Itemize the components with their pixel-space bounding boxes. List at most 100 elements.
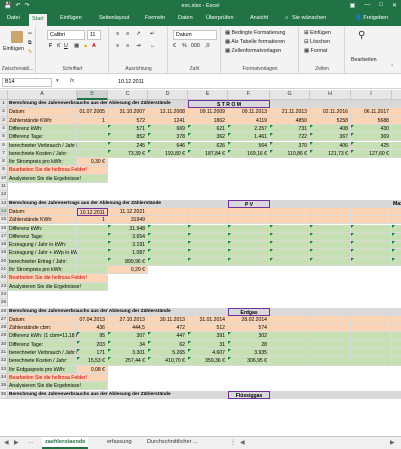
cell[interactable] xyxy=(228,207,270,217)
cell[interactable] xyxy=(351,324,392,333)
row-header[interactable]: 7 xyxy=(0,149,8,159)
maximize-icon[interactable]: □ xyxy=(379,2,383,9)
cell[interactable] xyxy=(392,357,401,366)
row-header[interactable]: 32 xyxy=(0,357,8,366)
date-cell[interactable]: 11.12.2021 xyxy=(108,207,148,217)
tab-file[interactable]: Datei xyxy=(7,15,20,21)
value-cell[interactable]: 899,96 € xyxy=(108,257,148,266)
row-header[interactable]: 22 xyxy=(0,274,8,283)
value-cell[interactable]: 127,60 € xyxy=(351,149,392,159)
cell[interactable] xyxy=(351,216,392,225)
section-title[interactable]: Berechnung des Jahresverbrauchs aus der … xyxy=(8,307,188,316)
row-header[interactable]: 21 xyxy=(0,266,8,275)
column-header[interactable]: B xyxy=(77,90,108,100)
cell[interactable] xyxy=(228,241,270,250)
cell[interactable] xyxy=(148,224,188,233)
row-label[interactable]: berechnete Kosten / Jahr: xyxy=(8,357,77,366)
cell[interactable] xyxy=(228,249,270,258)
value-cell[interactable]: 62 xyxy=(148,340,188,349)
orientation-icon[interactable]: ↗ xyxy=(136,31,140,37)
date-cell[interactable]: 02.11.2016 xyxy=(310,108,351,117)
column-header[interactable]: F xyxy=(228,90,270,100)
cell[interactable] xyxy=(270,357,310,366)
font-size-select[interactable]: 11 xyxy=(87,30,101,40)
value-cell[interactable]: 31 xyxy=(188,340,228,349)
cell[interactable] xyxy=(77,241,108,250)
align-top-icon[interactable]: ≡ xyxy=(116,31,119,37)
meter-cell[interactable]: 512 xyxy=(188,324,228,333)
row-header[interactable]: 24 xyxy=(0,290,8,300)
row-header[interactable]: 18 xyxy=(0,241,8,250)
tab-view[interactable]: Ansicht xyxy=(250,15,268,21)
row-header[interactable]: 25 xyxy=(0,299,8,308)
cell[interactable] xyxy=(188,199,228,208)
cell[interactable] xyxy=(392,216,401,225)
date-cell[interactable]: 30.11.2013 xyxy=(148,315,188,325)
indent-icon[interactable]: ⇥ xyxy=(136,43,140,49)
scroll-right-icon[interactable]: ▶ xyxy=(390,439,395,446)
instruction-analyze[interactable]: Analysieren Sie die Ergebnisse! xyxy=(8,174,108,183)
value-cell[interactable]: 306,95 € xyxy=(228,357,270,366)
row-label[interactable]: berechneter Ertrag / Jahr: xyxy=(8,257,77,266)
price-cell[interactable]: 0,30 € xyxy=(77,158,108,167)
cell[interactable] xyxy=(310,307,351,316)
cell[interactable] xyxy=(310,100,351,109)
row-label[interactable]: Ihr Strompreis pro kWh: xyxy=(8,266,77,275)
cell[interactable] xyxy=(392,116,401,125)
cell[interactable] xyxy=(188,232,228,242)
value-cell[interactable]: 193,80 € xyxy=(148,149,188,159)
date-cell[interactable]: 31.01.2014 xyxy=(188,315,228,325)
value-cell[interactable]: 852 xyxy=(108,133,148,142)
value-cell[interactable]: 571 xyxy=(108,124,148,134)
cell[interactable] xyxy=(148,207,188,217)
value-cell[interactable]: 430 xyxy=(351,124,392,134)
row-header[interactable]: 14 xyxy=(0,207,8,217)
value-cell[interactable]: 110,86 € xyxy=(270,149,310,159)
row-label[interactable]: Differenz kWh: xyxy=(8,224,77,233)
cell[interactable] xyxy=(351,100,392,109)
value-cell[interactable]: 73,39 € xyxy=(108,149,148,159)
price-cell[interactable]: 0,29 € xyxy=(108,266,148,275)
value-cell[interactable]: 564 xyxy=(228,141,270,150)
row-header[interactable]: 11 xyxy=(0,183,8,192)
cell[interactable] xyxy=(310,224,351,233)
date-cell[interactable]: 07.04.2013 xyxy=(77,315,108,325)
italic-button[interactable]: K xyxy=(57,43,61,49)
thousands-icon[interactable]: 000 xyxy=(191,43,200,49)
cell[interactable] xyxy=(270,324,310,333)
sheet-tab-scroll-icon[interactable]: ⋮ xyxy=(230,439,236,446)
cell[interactable] xyxy=(148,249,188,258)
cell[interactable] xyxy=(77,124,108,134)
row-header[interactable]: 6 xyxy=(0,141,8,150)
meter-cell[interactable]: 436 xyxy=(77,324,108,333)
section-note[interactable]: Maxim xyxy=(392,199,401,208)
value-cell[interactable]: 447 xyxy=(148,332,188,341)
section-label-pv[interactable]: P V xyxy=(228,199,270,208)
date-cell[interactable]: 21.11.2013 xyxy=(270,108,310,117)
cell[interactable] xyxy=(392,257,401,266)
cell[interactable] xyxy=(270,390,310,399)
cell[interactable] xyxy=(188,390,228,399)
cell[interactable] xyxy=(392,241,401,250)
cell[interactable] xyxy=(310,241,351,250)
fill-color-icon[interactable]: ▲ xyxy=(83,43,88,49)
cell[interactable] xyxy=(310,257,351,266)
format-cells-button[interactable]: ▦ Format xyxy=(304,48,327,54)
cell[interactable] xyxy=(148,216,188,225)
cell[interactable] xyxy=(188,249,228,258)
cell[interactable] xyxy=(351,307,392,316)
cell[interactable] xyxy=(148,241,188,250)
prev-sheet-icon[interactable]: ◀ xyxy=(4,439,9,446)
number-format-select[interactable]: Datum xyxy=(173,30,217,40)
meter-cell[interactable]: 444,5 xyxy=(108,324,148,333)
cell[interactable] xyxy=(188,241,228,250)
tab-page-layout[interactable]: Seitenlayout xyxy=(99,15,129,21)
cell[interactable] xyxy=(188,307,228,316)
search-icon[interactable]: ⚲ xyxy=(358,30,365,41)
value-cell[interactable]: 370 xyxy=(270,141,310,150)
tab-data[interactable]: Daten xyxy=(178,15,193,21)
section-label-fluessiggas[interactable]: Flüssiggas xyxy=(228,390,270,399)
cell[interactable] xyxy=(188,216,228,225)
row-label[interactable]: Zählerstände cbm: xyxy=(8,324,77,333)
meter-cell[interactable]: 572 xyxy=(108,116,148,125)
